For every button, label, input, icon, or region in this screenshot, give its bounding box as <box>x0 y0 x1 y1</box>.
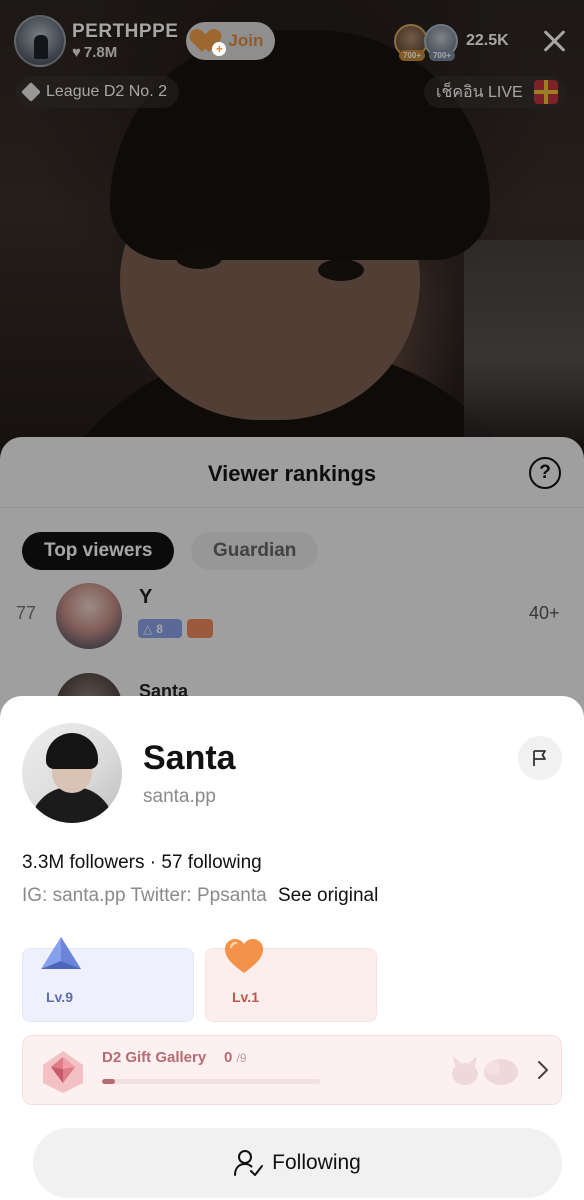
host-likes-count: 7.8M <box>83 44 118 61</box>
checkin-label: เช็คอิน LIVE <box>436 83 523 101</box>
triangle-icon: △ <box>143 621 153 636</box>
checkin-pill[interactable]: เช็คอิน LIVE <box>424 76 566 108</box>
gift-box-icon <box>534 80 558 104</box>
rank-number: 77 <box>16 603 37 623</box>
tab-top-viewers[interactable]: Top viewers <box>22 532 175 570</box>
gift-gallery-count: 0 /9 <box>224 1049 247 1066</box>
orange-heart-icon <box>225 939 263 973</box>
report-button[interactable] <box>518 736 562 780</box>
host-info: PERTHPPE ♥ 7.8M <box>72 21 178 61</box>
divider <box>0 507 584 508</box>
profile-card: Santa santa.pp 3.3M followers · 57 follo… <box>0 696 584 1200</box>
gift-gallery-card[interactable]: D2 Gift Gallery 0 /9 <box>22 1035 562 1105</box>
host-pill[interactable]: PERTHPPE ♥ 7.8M + Join <box>14 15 276 67</box>
streamer-eye-left <box>176 247 222 269</box>
top-viewer-avatar[interactable]: 700+ <box>394 24 428 61</box>
fan-level-card[interactable]: Lv.1 <box>205 939 377 1022</box>
top-viewer-avatar[interactable]: 700+ <box>424 24 458 61</box>
join-button[interactable]: + Join <box>186 22 276 60</box>
flag-icon <box>533 750 546 766</box>
viewer-avatar[interactable] <box>56 583 122 649</box>
join-heart-icon: + <box>194 28 227 56</box>
fan-heart-badge-icon <box>187 619 213 638</box>
top-viewer-avatars[interactable]: 700+ 700+ <box>394 24 460 61</box>
viewer-level-card[interactable]: Lv.9 <box>22 937 194 1022</box>
host-name: PERTHPPE <box>72 21 179 42</box>
gift-gallery-decoration-icon <box>452 1056 518 1085</box>
following-button[interactable]: Following <box>33 1128 562 1198</box>
streamer-eye-right <box>318 259 364 281</box>
viewer-count[interactable]: 22.5K <box>466 32 509 50</box>
following-label: Following <box>272 1151 361 1174</box>
gift-gallery-title: D2 Gift Gallery <box>102 1049 207 1066</box>
gift-gallery-collected: 0 <box>224 1049 233 1066</box>
background-desk <box>464 240 584 440</box>
join-label: Join <box>228 31 264 50</box>
viewer-score: 40+ <box>529 603 560 623</box>
viewer-badge: 700+ <box>429 50 455 61</box>
user-check-icon <box>234 1150 264 1176</box>
viewer-name[interactable]: Y <box>139 586 152 609</box>
blue-triangle-icon <box>41 937 81 969</box>
follower-stats: 3.3M followers · 57 following <box>22 852 262 873</box>
close-icon[interactable] <box>540 26 570 56</box>
level-badge-value: 8 <box>156 621 163 636</box>
diamond-icon <box>21 82 41 102</box>
help-icon[interactable]: ? <box>529 457 561 489</box>
viewer-level-label: Lv.9 <box>46 989 73 1005</box>
profile-bio: IG: santa.pp Twitter: Ppsanta See origin… <box>22 885 378 907</box>
fan-level-label: Lv.1 <box>232 989 259 1005</box>
gift-gallery-progress-fill <box>102 1079 116 1084</box>
see-original-link[interactable]: See original <box>278 885 378 906</box>
rankings-title: Viewer rankings <box>207 461 377 486</box>
gift-gallery-progress <box>102 1079 320 1084</box>
host-avatar[interactable] <box>14 15 66 67</box>
host-likes: ♥ 7.8M <box>72 44 178 61</box>
gift-gallery-total: /9 <box>236 1051 247 1065</box>
chevron-right-icon <box>538 1061 548 1079</box>
league-pill[interactable]: League D2 No. 2 <box>16 76 179 108</box>
gift-gallery-gem-icon <box>43 1051 83 1093</box>
level-badge: △ 8 <box>138 619 182 638</box>
tab-guardian[interactable]: Guardian <box>191 532 319 570</box>
league-label: League D2 No. 2 <box>46 83 167 100</box>
profile-avatar[interactable] <box>22 723 122 823</box>
bio-text: IG: santa.pp Twitter: Ppsanta <box>22 885 267 906</box>
profile-username: santa.pp <box>143 786 216 807</box>
profile-display-name: Santa <box>143 739 236 777</box>
heart-icon: ♥ <box>72 44 81 61</box>
viewer-badge: 700+ <box>399 50 425 61</box>
